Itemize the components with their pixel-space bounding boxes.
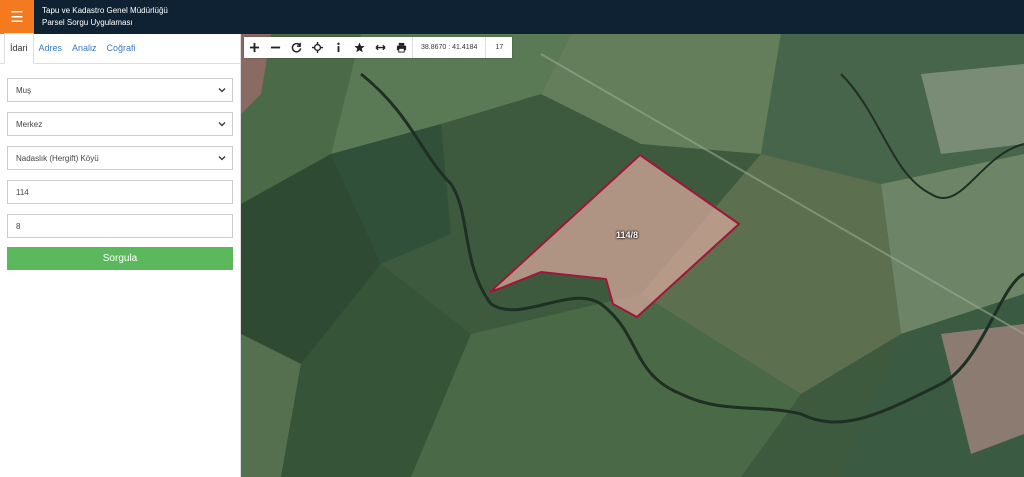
block-input-value: 114 [16, 187, 29, 197]
province-select-value: Muş [16, 85, 32, 95]
neighborhood-select-value: Nadaslık (Hergift) Köyü [16, 153, 99, 163]
satellite-imagery [241, 34, 1024, 477]
tab-analiz[interactable]: Analiz [67, 43, 102, 63]
locate-button[interactable] [307, 37, 328, 58]
tab-cografi[interactable]: Coğrafi [102, 43, 141, 63]
measure-icon [375, 44, 386, 51]
locate-icon [312, 42, 323, 53]
print-icon [396, 42, 407, 53]
chevron-down-icon [217, 119, 227, 129]
chevron-down-icon [217, 85, 227, 95]
map-view[interactable]: 38.8670 : 41.4184 17 114/8 [241, 34, 1024, 477]
province-select[interactable]: Muş [7, 78, 233, 102]
star-icon [354, 42, 365, 53]
tab-idari[interactable]: İdari [4, 33, 34, 64]
app-title-line1: Tapu ve Kadastro Genel Müdürlüğü [42, 6, 168, 15]
tab-bar: İdari Adres Analiz Coğrafi [0, 33, 240, 64]
hamburger-menu-button[interactable]: ☰ [0, 0, 34, 34]
zoom-out-icon [270, 46, 281, 49]
refresh-button[interactable] [286, 37, 307, 58]
coordinates-readout: 38.8670 : 41.4184 [412, 37, 485, 58]
map-toolbar: 38.8670 : 41.4184 17 [244, 37, 513, 58]
zoom-out-button[interactable] [265, 37, 286, 58]
print-button[interactable] [391, 37, 412, 58]
favorite-button[interactable] [349, 37, 370, 58]
top-bar: ☰ Tapu ve Kadastro Genel Müdürlüğü Parse… [0, 0, 1024, 34]
district-select-value: Merkez [16, 119, 43, 129]
refresh-icon [291, 42, 302, 53]
zoom-level-readout: 17 [485, 37, 512, 58]
info-icon [337, 42, 340, 53]
query-button[interactable]: Sorgula [7, 247, 233, 270]
app-title-line2: Parsel Sorgu Uygulaması [42, 18, 133, 27]
info-button[interactable] [328, 37, 349, 58]
neighborhood-select[interactable]: Nadaslık (Hergift) Köyü [7, 146, 233, 170]
zoom-in-button[interactable] [244, 37, 265, 58]
measure-button[interactable] [370, 37, 391, 58]
parcel-label: 114/8 [616, 230, 639, 240]
block-input[interactable]: 114 [7, 180, 233, 204]
tab-adres[interactable]: Adres [34, 43, 68, 63]
parcel-input-value: 8 [16, 221, 21, 231]
sidebar: İdari Adres Analiz Coğrafi Muş Merkez Na… [0, 33, 241, 477]
parcel-input[interactable]: 8 [7, 214, 233, 238]
district-select[interactable]: Merkez [7, 112, 233, 136]
chevron-down-icon [217, 153, 227, 163]
zoom-in-icon [249, 42, 260, 53]
hamburger-icon: ☰ [10, 9, 24, 26]
app-title: Tapu ve Kadastro Genel Müdürlüğü Parsel … [42, 5, 168, 29]
